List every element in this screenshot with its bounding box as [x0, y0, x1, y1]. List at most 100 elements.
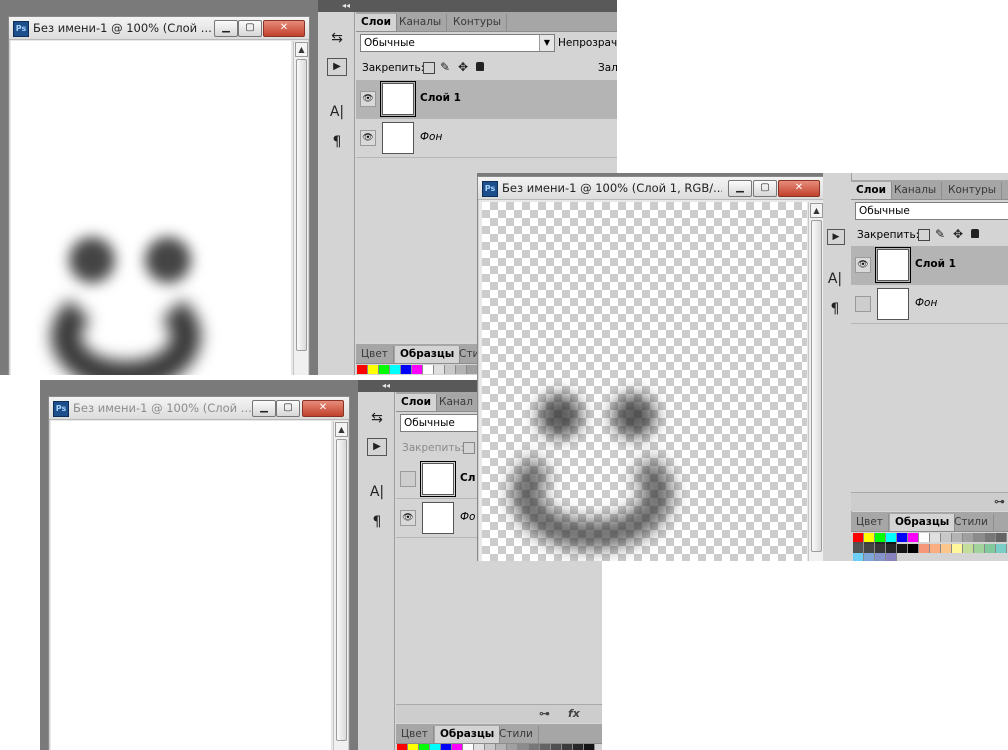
canvas[interactable] — [51, 421, 331, 750]
color-swatch[interactable] — [864, 553, 875, 561]
eye-icon[interactable]: 👁 — [855, 257, 871, 273]
link-icon[interactable]: ⊶ — [994, 495, 1005, 508]
scroll-up-arrow-icon[interactable]: ▲ — [810, 203, 823, 218]
scroll-thumb[interactable] — [336, 439, 347, 741]
tab-swatches[interactable]: Образцы — [435, 726, 501, 743]
color-swatch[interactable] — [930, 533, 941, 542]
color-swatch[interactable] — [408, 744, 419, 750]
link-icon[interactable]: ⊶ — [539, 707, 550, 720]
color-swatch[interactable] — [441, 744, 452, 750]
minimize-button[interactable]: ▁ — [728, 180, 752, 197]
color-swatch[interactable] — [875, 553, 886, 561]
paragraph-icon[interactable]: ¶ — [367, 512, 387, 532]
scroll-up-arrow-icon[interactable]: ▲ — [335, 422, 348, 437]
blend-mode-select[interactable]: Обычные — [855, 202, 1008, 220]
tab-channels[interactable]: Канал — [434, 394, 479, 411]
close-button[interactable]: ✕ — [302, 400, 344, 417]
tab-styles[interactable]: Стили — [494, 726, 539, 743]
color-swatch[interactable] — [897, 544, 908, 553]
tab-styles[interactable]: Стили — [949, 514, 994, 531]
collapse-icon[interactable]: ◂◂ — [382, 381, 390, 390]
padlock-icon[interactable] — [971, 229, 979, 238]
color-swatch[interactable] — [886, 533, 897, 542]
scroll-thumb[interactable] — [811, 220, 822, 552]
actions-play-icon[interactable]: ▶ — [327, 58, 347, 76]
color-swatch[interactable] — [430, 744, 441, 750]
padlock-icon[interactable] — [476, 62, 484, 71]
vertical-scrollbar[interactable]: ▲ — [333, 421, 348, 750]
color-swatch[interactable] — [985, 544, 996, 553]
character-icon[interactable]: A| — [327, 102, 347, 122]
swatch-row[interactable] — [397, 744, 595, 750]
collapse-icon[interactable]: ◂◂ — [342, 1, 350, 10]
character-icon[interactable]: A| — [367, 482, 387, 502]
eye-icon[interactable]: 👁 — [360, 91, 376, 107]
color-swatch[interactable] — [963, 533, 974, 542]
close-button[interactable]: ✕ — [778, 180, 820, 197]
brush-icon[interactable]: ✎ — [440, 61, 450, 73]
title-bar[interactable]: Ps Без имени-1 @ 100% (Слой ... ▁ ▢ ✕ — [49, 397, 349, 420]
maximize-button[interactable]: ▢ — [276, 400, 300, 417]
color-swatch[interactable] — [445, 365, 456, 374]
layer-row[interactable]: 👁 Фон — [356, 119, 617, 158]
color-swatch[interactable] — [941, 544, 952, 553]
eye-icon[interactable]: 👁 — [360, 130, 376, 146]
color-swatch[interactable] — [551, 744, 562, 750]
color-swatch[interactable] — [853, 544, 864, 553]
color-swatch[interactable] — [529, 744, 540, 750]
character-icon[interactable]: A| — [825, 269, 845, 289]
fx-icon[interactable]: fx — [568, 707, 580, 720]
color-swatch[interactable] — [996, 533, 1007, 542]
color-swatch[interactable] — [908, 544, 919, 553]
color-swatch[interactable] — [507, 744, 518, 750]
close-button[interactable]: ✕ — [263, 20, 305, 37]
color-swatch[interactable] — [886, 544, 897, 553]
layer-row[interactable]: 👁 Слой 1 — [356, 80, 617, 119]
color-swatch[interactable] — [864, 533, 875, 542]
move-icon[interactable]: ✥ — [458, 61, 468, 73]
lock-transparency-icon[interactable] — [918, 229, 930, 241]
layer-row[interactable]: Фон — [851, 285, 1008, 324]
scroll-up-arrow-icon[interactable]: ▲ — [295, 42, 308, 57]
tab-swatches[interactable]: Образцы — [890, 514, 956, 531]
color-swatch[interactable] — [864, 544, 875, 553]
history-icon[interactable]: ⇆ — [327, 28, 347, 48]
tab-layers[interactable]: Слои — [356, 14, 397, 31]
color-swatch[interactable] — [996, 544, 1007, 553]
color-swatch[interactable] — [562, 744, 573, 750]
color-swatch[interactable] — [463, 744, 474, 750]
color-swatch[interactable] — [919, 533, 930, 542]
maximize-button[interactable]: ▢ — [753, 180, 777, 197]
tab-channels[interactable]: Каналы — [394, 14, 448, 31]
swatch-row[interactable] — [853, 533, 1008, 551]
tab-layers[interactable]: Слои — [396, 394, 437, 411]
color-swatch[interactable] — [357, 365, 368, 374]
tab-color[interactable]: Цвет — [396, 726, 434, 743]
color-swatch[interactable] — [390, 365, 401, 374]
color-swatch[interactable] — [456, 365, 467, 374]
minimize-button[interactable]: ▁ — [252, 400, 276, 417]
color-swatch[interactable] — [952, 533, 963, 542]
chevron-down-icon[interactable]: ▼ — [539, 35, 554, 51]
color-swatch[interactable] — [908, 533, 919, 542]
color-swatch[interactable] — [419, 744, 430, 750]
lock-transparency-icon[interactable] — [423, 62, 435, 74]
eye-icon[interactable]: 👁 — [400, 510, 416, 526]
tab-color[interactable]: Цвет — [356, 346, 394, 363]
color-swatch[interactable] — [897, 533, 908, 542]
color-swatch[interactable] — [379, 365, 390, 374]
color-swatch[interactable] — [452, 744, 463, 750]
tab-paths[interactable]: Контуры — [448, 14, 508, 31]
tab-layers[interactable]: Слои — [851, 182, 892, 199]
canvas[interactable] — [11, 41, 291, 375]
color-swatch[interactable] — [952, 544, 963, 553]
layer-row[interactable]: 👁 Слой 1 — [851, 246, 1008, 285]
color-swatch[interactable] — [853, 533, 864, 542]
scroll-thumb[interactable] — [296, 59, 307, 351]
color-swatch[interactable] — [974, 533, 985, 542]
color-swatch[interactable] — [941, 533, 952, 542]
title-bar[interactable]: Ps Без имени-1 @ 100% (Слой ... ▁ ▢ ✕ — [9, 17, 309, 40]
lock-transparency-icon[interactable] — [463, 442, 475, 454]
color-swatch[interactable] — [875, 544, 886, 553]
brush-icon[interactable]: ✎ — [935, 228, 945, 240]
